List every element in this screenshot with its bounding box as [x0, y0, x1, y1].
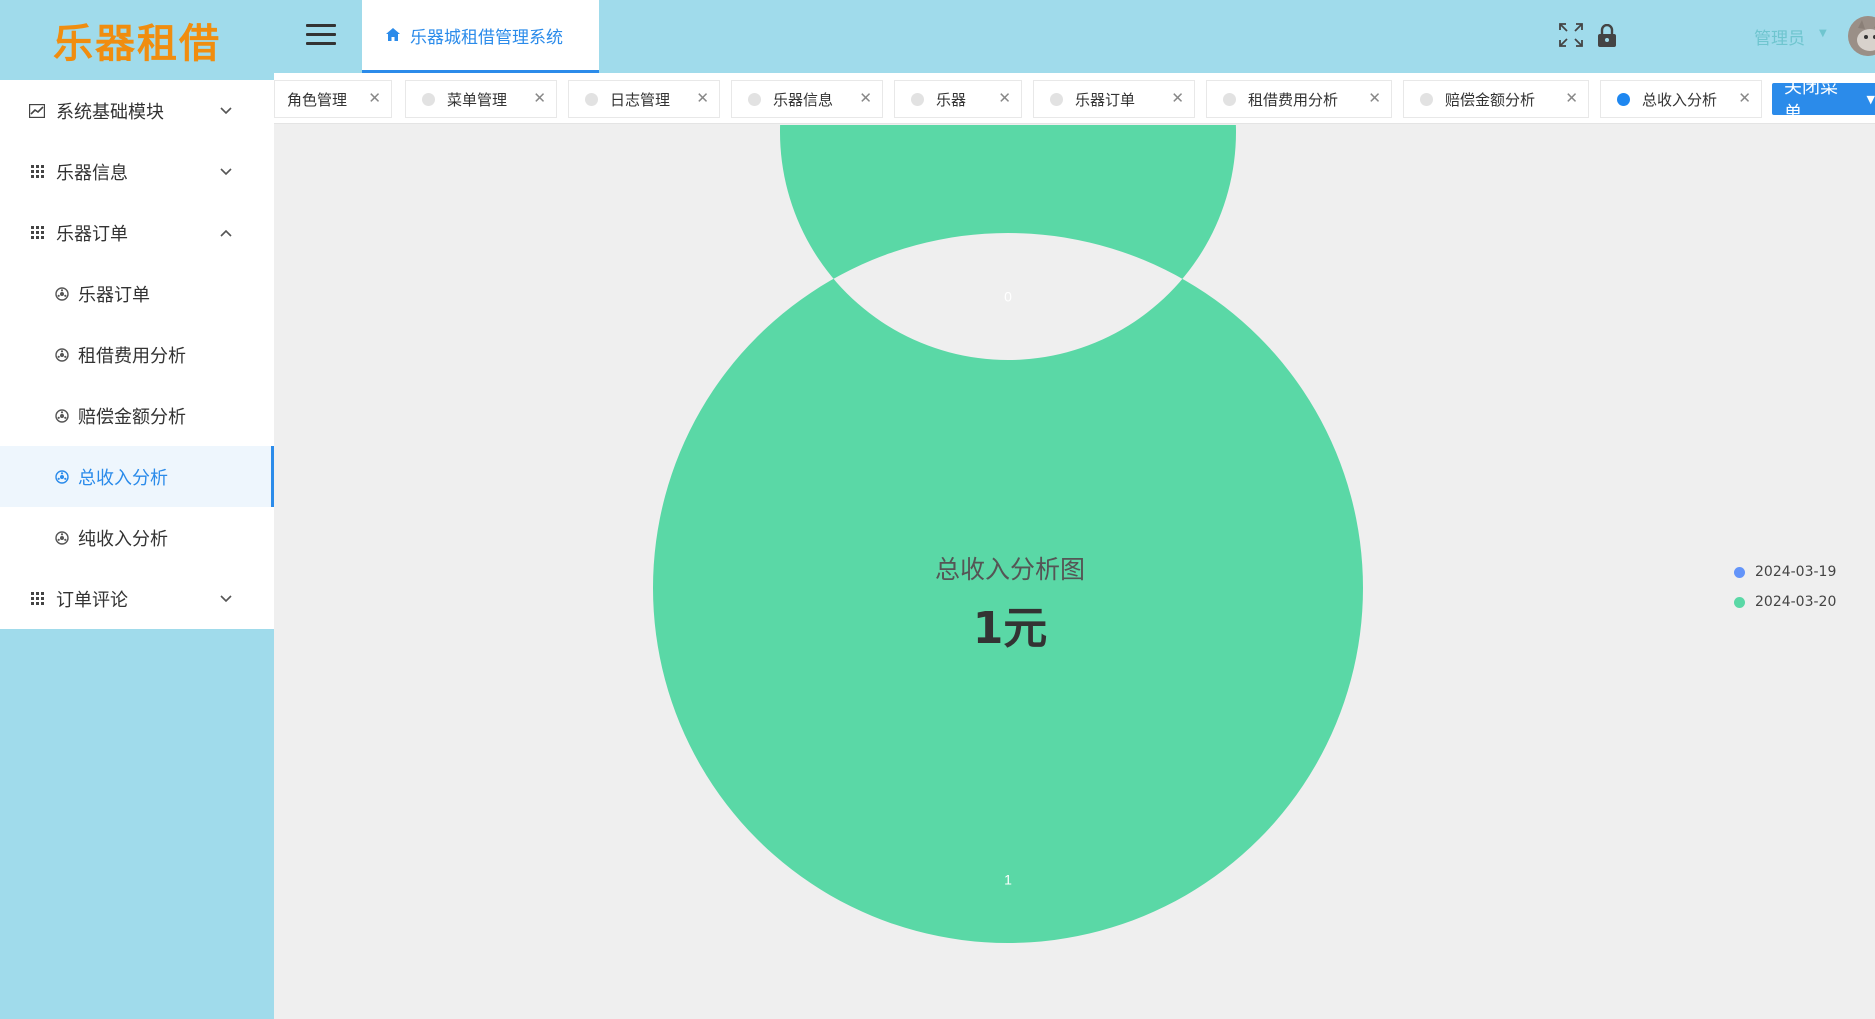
tab-rental-fee-analysis[interactable]: 租借费用分析 ✕ — [1206, 80, 1392, 118]
sidebar-subitem-label: 租借费用分析 — [78, 345, 186, 367]
settings-icon — [54, 347, 70, 363]
tab-label: 赔偿金额分析 — [1445, 90, 1536, 109]
settings-icon — [54, 469, 70, 485]
sidebar: 乐器租借 系统基础模块 乐器信息 乐器订单 乐器订单 租借费用分析 赔偿金额分析… — [0, 0, 274, 1019]
menu-toggle-icon[interactable] — [306, 24, 336, 46]
close-icon[interactable]: ✕ — [1368, 89, 1381, 107]
logo-text: 乐器租借 — [53, 21, 221, 67]
tab-label: 乐器 — [936, 90, 967, 109]
sidebar-item-label: 乐器信息 — [56, 162, 128, 184]
legend-item[interactable]: 2024-03-20 — [1734, 587, 1836, 617]
grid-icon — [28, 163, 46, 181]
tab-instrument-info[interactable]: 乐器信息 ✕ — [731, 80, 883, 118]
tab-label: 乐器信息 — [773, 90, 834, 109]
donut-slice[interactable] — [653, 125, 1363, 943]
avatar[interactable] — [1848, 16, 1875, 56]
tab-status-dot — [1420, 92, 1433, 106]
close-icon[interactable]: ✕ — [1171, 89, 1184, 107]
slice-value-label: 0 — [1004, 289, 1012, 305]
tab-status-dot — [1617, 92, 1630, 106]
tab-instrument-order[interactable]: 乐器订单 ✕ — [1033, 80, 1195, 118]
logo: 乐器租借 — [0, 0, 274, 80]
lock-icon[interactable] — [1597, 23, 1617, 48]
sidebar-subitem-label: 赔偿金额分析 — [78, 406, 186, 428]
sidebar-item-label: 订单评论 — [56, 589, 128, 611]
close-icon[interactable]: ✕ — [696, 89, 709, 107]
tab-status-dot — [748, 92, 761, 106]
home-icon — [386, 26, 400, 45]
chevron-down-icon — [220, 103, 232, 119]
tab-status-dot — [585, 92, 598, 106]
settings-icon — [54, 530, 70, 546]
sidebar-item-order-comments[interactable]: 订单评论 — [0, 568, 274, 629]
chart-center-value: 1元 — [972, 603, 1048, 654]
close-menu-label: 关闭菜单 — [1784, 77, 1838, 124]
tab-log-management[interactable]: 日志管理 ✕ — [568, 80, 720, 118]
tab-status-dot — [422, 92, 435, 106]
sidebar-subitem-label: 纯收入分析 — [78, 528, 168, 550]
grid-icon — [28, 224, 46, 242]
system-title: 乐器城租借管理系统 — [410, 27, 563, 48]
tab-status-dot — [1223, 92, 1236, 106]
chart-center-title: 总收入分析图 — [934, 555, 1085, 584]
close-icon[interactable]: ✕ — [998, 89, 1011, 107]
settings-icon — [54, 408, 70, 424]
close-icon[interactable]: ✕ — [859, 89, 872, 107]
legend-label: 2024-03-20 — [1755, 594, 1837, 610]
close-icon[interactable]: ✕ — [1738, 89, 1751, 107]
tab-instrument[interactable]: 乐器 ✕ — [894, 80, 1022, 118]
fullscreen-icon[interactable] — [1558, 22, 1584, 54]
tab-label: 菜单管理 — [447, 90, 508, 109]
sidebar-subitem-compensation-analysis[interactable]: 赔偿金额分析 — [0, 385, 274, 446]
legend-item[interactable]: 2024-03-19 — [1734, 557, 1836, 587]
chevron-down-icon — [220, 591, 232, 607]
legend-color-dot — [1734, 596, 1745, 608]
tab-label: 乐器订单 — [1075, 90, 1136, 109]
tab-status-dot — [911, 92, 924, 106]
sidebar-subitem-net-income-analysis[interactable]: 纯收入分析 — [0, 507, 274, 568]
settings-icon — [54, 286, 70, 302]
tab-label: 总收入分析 — [1642, 90, 1718, 109]
tab-label: 角色管理 — [287, 90, 348, 109]
tab-total-income-analysis[interactable]: 总收入分析 ✕ — [1600, 80, 1762, 118]
sidebar-subitem-label: 乐器订单 — [78, 284, 150, 306]
tab-menu-management[interactable]: 菜单管理 ✕ — [405, 80, 557, 118]
sidebar-item-instrument-info[interactable]: 乐器信息 — [0, 141, 274, 202]
home-tab[interactable]: 乐器城租借管理系统 — [362, 0, 599, 73]
slice-value-label: 1 — [1004, 872, 1012, 888]
chart-icon — [28, 102, 46, 120]
tab-label: 租借费用分析 — [1248, 90, 1339, 109]
close-icon[interactable]: ✕ — [533, 89, 546, 107]
grid-icon — [28, 590, 46, 608]
tab-status-dot — [1050, 92, 1063, 106]
caret-down-icon: ▼ — [1866, 92, 1875, 106]
chevron-down-icon — [220, 164, 232, 180]
tab-role-management[interactable]: 角色管理 ✕ — [274, 80, 392, 118]
sidebar-subitem-total-income-analysis[interactable]: 总收入分析 — [0, 446, 274, 507]
close-icon[interactable]: ✕ — [368, 89, 381, 107]
sidebar-subitem-rental-fee-analysis[interactable]: 租借费用分析 — [0, 324, 274, 385]
tab-label: 日志管理 — [610, 90, 671, 109]
legend-color-dot — [1734, 566, 1745, 578]
donut-slices — [653, 125, 1363, 943]
sidebar-item-label: 系统基础模块 — [56, 101, 164, 123]
sidebar-item-system-basic[interactable]: 系统基础模块 — [0, 80, 274, 141]
legend-label: 2024-03-19 — [1755, 564, 1837, 580]
close-menu-button[interactable]: 关闭菜单 ▼ — [1772, 77, 1875, 124]
user-name[interactable]: 管理员 — [1754, 24, 1805, 49]
chart-legend: 2024-03-19 2024-03-20 — [1734, 557, 1836, 617]
top-header: 乐器城租借管理系统 管理员 ▼ — [274, 0, 1875, 73]
sidebar-menu: 系统基础模块 乐器信息 乐器订单 乐器订单 租借费用分析 赔偿金额分析 总收入分… — [0, 80, 274, 629]
sidebar-item-instrument-order[interactable]: 乐器订单 — [0, 202, 274, 263]
sidebar-subitem-label: 总收入分析 — [78, 467, 168, 489]
tabs-bar: 角色管理 ✕ 菜单管理 ✕ 日志管理 ✕ 乐器信息 ✕ 乐器 ✕ 乐器订单 ✕ … — [274, 73, 1875, 124]
close-icon[interactable]: ✕ — [1565, 89, 1578, 107]
sidebar-item-label: 乐器订单 — [56, 223, 128, 245]
chevron-up-icon — [220, 225, 232, 241]
sidebar-subitem-instrument-order[interactable]: 乐器订单 — [0, 263, 274, 324]
tab-compensation-analysis[interactable]: 赔偿金额分析 ✕ — [1403, 80, 1589, 118]
caret-down-icon[interactable]: ▼ — [1819, 28, 1827, 39]
donut-center: 总收入分析图 1元 — [774, 550, 1246, 656]
